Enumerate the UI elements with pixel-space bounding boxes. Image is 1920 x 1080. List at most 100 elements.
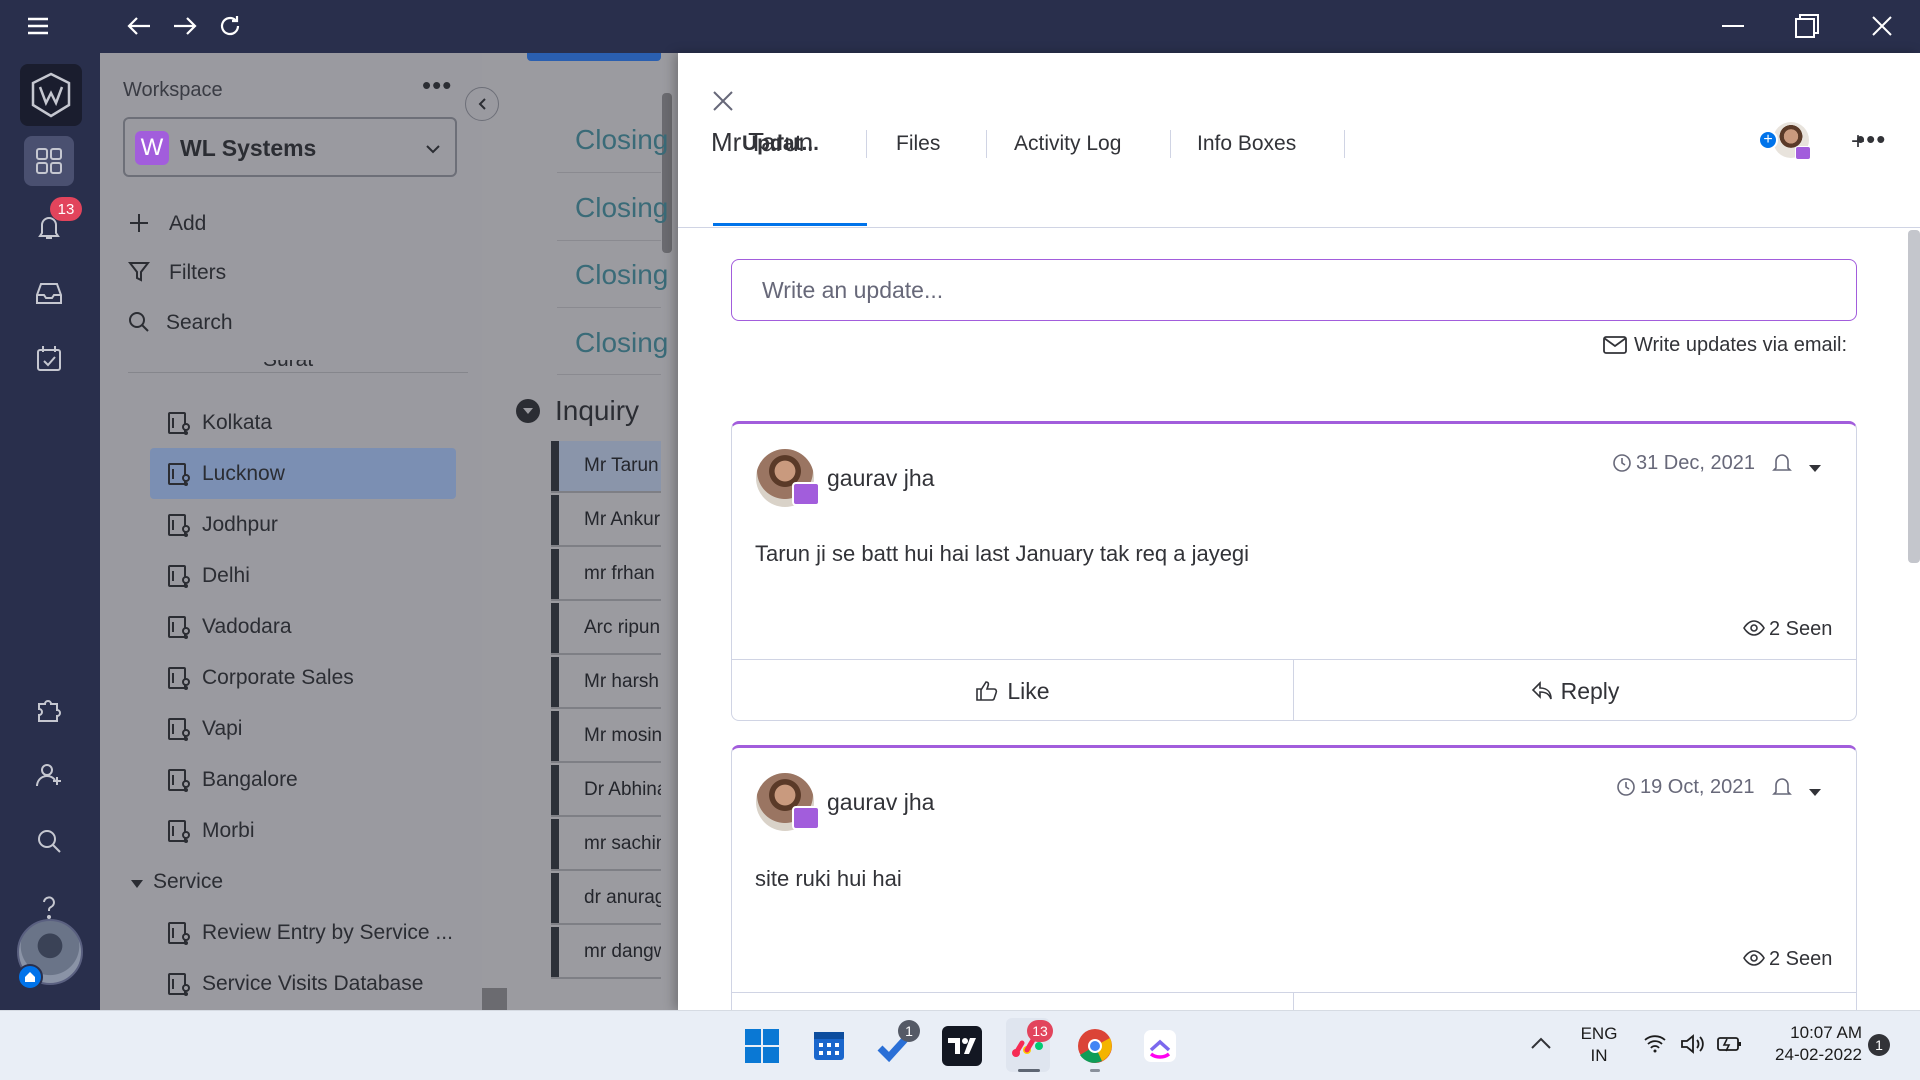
windows-start-icon[interactable]	[742, 1026, 782, 1066]
board-row[interactable]: Mr harsh	[551, 657, 661, 709]
search-button[interactable]: Search	[166, 311, 233, 335]
email-updates-link[interactable]: Write updates via email:	[1634, 334, 1847, 357]
minimize-icon[interactable]	[1713, 8, 1753, 44]
divider	[557, 240, 661, 241]
panel-scrollbar[interactable]	[1908, 230, 1920, 563]
reply-button[interactable]: Reply	[1294, 660, 1856, 722]
mail-icon	[1603, 335, 1627, 360]
apps-puzzle-icon[interactable]	[24, 684, 74, 734]
app-running-indicator	[1090, 1069, 1100, 1072]
closing-item[interactable]: Closing	[575, 192, 668, 224]
group-color-bar	[551, 657, 559, 707]
hamburger-icon[interactable]	[18, 8, 58, 44]
workspace-selector[interactable]: W WL Systems	[123, 117, 457, 177]
tab-active-indicator	[713, 223, 867, 226]
invite-user-icon[interactable]	[24, 750, 74, 800]
board-row-name: mr dangwal	[584, 941, 661, 962]
board-icon	[168, 412, 190, 435]
author-name[interactable]: gaurav jha	[827, 789, 934, 816]
my-work-icon[interactable]	[24, 334, 74, 384]
bell-icon[interactable]	[1772, 452, 1792, 479]
group-collapse-icon[interactable]	[516, 399, 540, 423]
like-button[interactable]: Like	[732, 660, 1293, 722]
close-panel-icon[interactable]	[711, 89, 735, 118]
board-row[interactable]: Mr Ankur	[551, 495, 661, 547]
closing-item[interactable]: Closing	[575, 124, 668, 156]
board-row[interactable]: mr dangwal	[551, 927, 661, 979]
board-row-name: Dr Abhinav	[584, 779, 661, 800]
close-icon[interactable]	[1862, 8, 1902, 44]
clickup-icon[interactable]	[1140, 1026, 1180, 1066]
board-row[interactable]: Mr mosin	[551, 711, 661, 763]
board-row[interactable]: mr sachin	[551, 819, 661, 871]
bell-icon[interactable]	[1772, 776, 1792, 803]
tab-files[interactable]: Files	[896, 132, 940, 156]
filters-button[interactable]: Filters	[169, 261, 226, 285]
chrome-icon[interactable]	[1075, 1026, 1115, 1066]
caret-down-icon[interactable]	[1808, 784, 1822, 802]
wifi-icon[interactable]	[1643, 1033, 1667, 1058]
clock-time[interactable]: 10:07 AM	[1762, 1023, 1862, 1043]
board-item-label: Lucknow	[202, 461, 285, 485]
board-item-service-visits[interactable]: Service Visits Database	[150, 958, 456, 1009]
add-tab-button[interactable]: +	[1851, 128, 1865, 156]
collapse-sidebar-button[interactable]	[465, 87, 499, 121]
workspace-more-icon[interactable]: •••	[422, 72, 452, 98]
group-title[interactable]: Inquiry	[555, 395, 639, 427]
restore-icon[interactable]	[1787, 8, 1827, 44]
tab-updates[interactable]: Updat...	[742, 132, 819, 156]
calendar-app-icon[interactable]	[809, 1026, 849, 1066]
caret-down-icon[interactable]	[130, 876, 144, 894]
inbox-icon[interactable]	[24, 268, 74, 318]
seen-count[interactable]: 2 Seen	[1769, 618, 1832, 641]
board-top-button[interactable]	[527, 53, 661, 61]
refresh-icon[interactable]	[210, 8, 250, 44]
battery-icon[interactable]	[1715, 1034, 1743, 1059]
seen-count[interactable]: 2 Seen	[1769, 948, 1832, 971]
board-item-lucknow[interactable]: Lucknow	[150, 448, 456, 499]
eye-icon	[1743, 620, 1765, 641]
board-item-bangalore[interactable]: Bangalore	[150, 754, 456, 805]
board-item-label: Corporate Sales	[202, 665, 354, 689]
update-input[interactable]: Write an update...	[731, 259, 1857, 321]
add-button[interactable]: Add	[169, 212, 206, 236]
closing-item[interactable]: Closing	[575, 259, 668, 291]
clock-date[interactable]: 24-02-2022	[1762, 1045, 1862, 1065]
update-body: site ruki hui hai	[755, 866, 902, 891]
chevron-up-icon[interactable]	[1530, 1036, 1552, 1055]
lang-indicator-top[interactable]: ENG	[1578, 1024, 1620, 1044]
notification-center-badge[interactable]: 1	[1868, 1034, 1890, 1056]
board-icon	[168, 820, 190, 843]
app-logo[interactable]	[20, 64, 82, 126]
board-row[interactable]: Dr Abhinav	[551, 765, 661, 817]
board-row[interactable]: Mr Tarun	[551, 441, 661, 493]
search-icon[interactable]	[24, 816, 74, 866]
folder-service[interactable]: Service	[153, 870, 223, 894]
board-hscroll[interactable]	[482, 988, 507, 1010]
tradingview-icon[interactable]	[942, 1026, 982, 1066]
tab-activity-log[interactable]: Activity Log	[1014, 132, 1121, 156]
closing-item[interactable]: Closing	[575, 327, 668, 359]
arrow-right-icon[interactable]	[165, 8, 205, 44]
board-row[interactable]: dr anurag	[551, 873, 661, 925]
reply-label: Reply	[1560, 677, 1620, 704]
board-row[interactable]: Arc ripun	[551, 603, 661, 655]
board-item-review-entry[interactable]: Review Entry by Service ...	[150, 907, 456, 958]
board-item-jodhpur[interactable]: Jodhpur	[150, 499, 456, 550]
arrow-left-icon[interactable]	[119, 8, 159, 44]
board-item-vadodara[interactable]: Vadodara	[150, 601, 456, 652]
lang-indicator-bottom[interactable]: IN	[1578, 1046, 1620, 1066]
volume-icon[interactable]	[1680, 1033, 1706, 1060]
author-name[interactable]: gaurav jha	[827, 465, 934, 492]
board-item-vapi[interactable]: Vapi	[150, 703, 456, 754]
add-subscriber-icon[interactable]: +	[1758, 130, 1778, 150]
board-item-corporate-sales[interactable]: Corporate Sales	[150, 652, 456, 703]
board-vscroll[interactable]	[662, 93, 672, 253]
board-item-morbi[interactable]: Morbi	[150, 805, 456, 856]
caret-down-icon[interactable]	[1808, 460, 1822, 478]
board-item-kolkata[interactable]: Kolkata	[150, 397, 456, 448]
board-row[interactable]: mr frhan	[551, 549, 661, 601]
workspaces-icon[interactable]	[24, 136, 74, 186]
tab-info-boxes[interactable]: Info Boxes	[1197, 132, 1296, 156]
board-item-delhi[interactable]: Delhi	[150, 550, 456, 601]
